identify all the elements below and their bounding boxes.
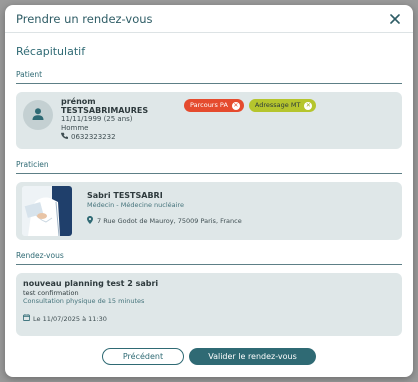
patient-last-name: TESTSABRIMAURES xyxy=(61,105,149,115)
praticien-section-label: Praticien xyxy=(16,159,402,174)
patient-card: prénom TESTSABRIMAURES 11/11/1999 (25 an… xyxy=(16,92,402,149)
patient-gender: Homme xyxy=(61,123,89,132)
praticien-card: Sabri TESTSABRI Médecin - Médecine nuclé… xyxy=(16,182,402,240)
patient-phone: 0632323232 xyxy=(71,132,116,141)
badge-label: Parcours PA xyxy=(190,101,228,109)
badge-label: Adressage MT xyxy=(254,101,301,109)
praticien-info: Sabri TESTSABRI Médecin - Médecine nuclé… xyxy=(87,191,242,226)
modal-footer: Précédent Valider le rendez-vous xyxy=(5,348,413,365)
rdv-type: Consultation physique de 15 minutes xyxy=(23,297,145,305)
validate-appointment-button[interactable]: Valider le rendez-vous xyxy=(189,348,316,365)
recap-title: Récapitulatif xyxy=(16,45,86,58)
avatar xyxy=(23,100,53,130)
rdv-date: Le 11/07/2025 à 11:30 xyxy=(33,314,107,323)
rdv-subtitle: test confirmation xyxy=(23,289,79,297)
user-icon xyxy=(31,106,45,125)
doctor-photo xyxy=(22,186,72,236)
patient-badges: Parcours PA ✕ Adressage MT ✕ xyxy=(184,99,317,112)
praticien-specialty: Médecin - Médecine nucléaire xyxy=(87,201,184,209)
remove-badge-icon[interactable]: ✕ xyxy=(231,101,240,110)
remove-badge-icon[interactable]: ✕ xyxy=(304,101,313,110)
praticien-name: Sabri TESTSABRI xyxy=(87,191,163,200)
appointment-modal: Prendre un rendez-vous Récapitulatif Pat… xyxy=(5,5,413,377)
modal-title: Prendre un rendez-vous xyxy=(16,11,153,26)
rdv-info: nouveau planning test 2 sabri test confi… xyxy=(23,279,158,323)
phone-icon xyxy=(61,132,68,142)
patient-birthdate: 11/11/1999 (25 ans) xyxy=(61,115,133,123)
modal-header: Prendre un rendez-vous xyxy=(5,5,413,33)
rdv-card: nouveau planning test 2 sabri test confi… xyxy=(16,273,402,336)
patient-phone-row: 0632323232 xyxy=(61,132,148,142)
badge-parcours-pa: Parcours PA ✕ xyxy=(184,99,244,112)
location-pin-icon xyxy=(87,216,93,226)
rdv-section-label: Rendez-vous xyxy=(16,250,402,265)
calendar-icon xyxy=(23,314,30,323)
badge-adressage-mt: Adressage MT ✕ xyxy=(248,99,317,112)
praticien-address-row: 7 Rue Godot de Mauroy, 75009 Paris, Fran… xyxy=(87,216,242,226)
patient-section-label: Patient xyxy=(16,69,402,84)
close-icon[interactable] xyxy=(388,12,402,26)
previous-button[interactable]: Précédent xyxy=(102,348,184,365)
rdv-title: nouveau planning test 2 sabri xyxy=(23,279,159,288)
rdv-date-row: Le 11/07/2025 à 11:30 xyxy=(23,314,158,323)
patient-info: prénom TESTSABRIMAURES 11/11/1999 (25 an… xyxy=(61,97,149,142)
praticien-address: 7 Rue Godot de Mauroy, 75009 Paris, Fran… xyxy=(97,217,242,225)
